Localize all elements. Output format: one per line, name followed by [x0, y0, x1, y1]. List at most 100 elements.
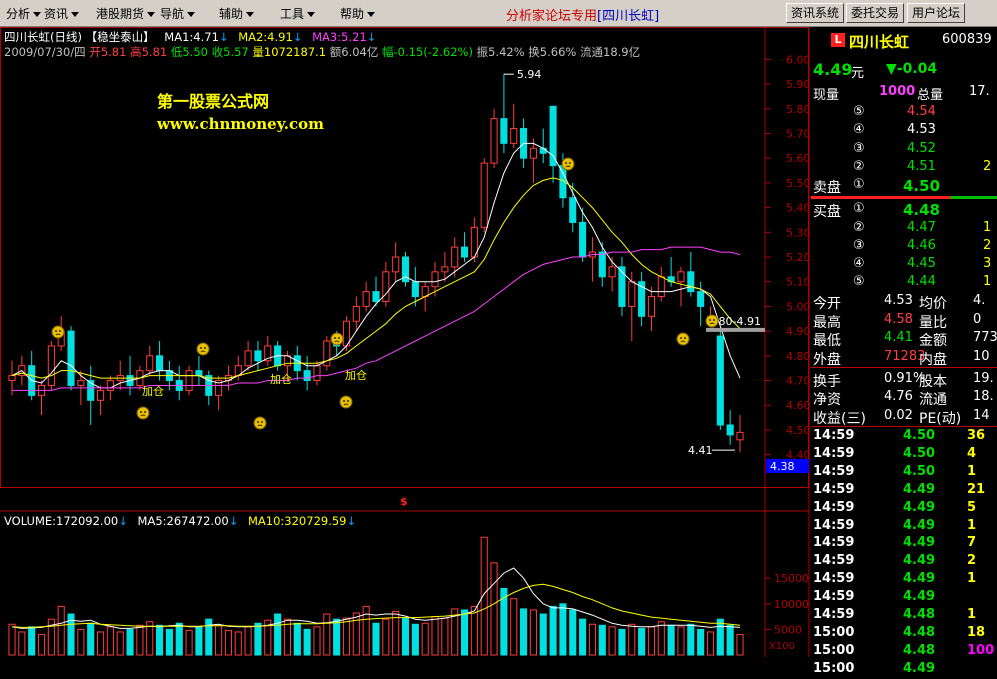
price-axis-label: 4.70 [786, 375, 810, 388]
menu-item-label: 分析 [6, 7, 31, 21]
sell-level-row: 卖盘 ① 4.50 [811, 177, 997, 197]
tick-volume: 1 [967, 607, 977, 622]
price-axis-label: 5.60 [786, 152, 810, 165]
volume-bar [274, 613, 282, 656]
volume-bar [401, 617, 410, 656]
sell-volume: 2 [983, 159, 992, 174]
menu-item[interactable]: 资讯 [44, 5, 80, 22]
menu-item-label: 港股期货 [96, 7, 145, 21]
volume-bar [608, 626, 616, 656]
buy-volume: 3 [983, 256, 992, 271]
candle-body [618, 266, 626, 307]
kline-chart[interactable]: 6.00 5.90 5.80 5.70 5.60 5.50 5.40 5.30 5.20 5.10… [0, 27, 810, 657]
candle-body [598, 251, 606, 278]
volume-bar [687, 623, 695, 656]
face-icon-eye [59, 330, 61, 332]
face-icon-eye [200, 347, 202, 349]
menu-item[interactable]: 帮助 [340, 5, 376, 22]
buy-level-row: 买盘 ① 4.48 [811, 201, 997, 221]
volume-bar [431, 616, 439, 656]
volume-bar [579, 618, 587, 656]
buy-price: 4.46 [907, 238, 936, 253]
face-icon-eye [140, 411, 142, 413]
price-axis-label: 5.50 [786, 177, 810, 190]
menu-item[interactable]: 港股期货 [96, 5, 156, 22]
chevron-down-icon [33, 12, 42, 17]
sell-level: ⑤ [853, 104, 865, 119]
promo-tag[interactable]: [四川长虹] [597, 9, 659, 24]
stat-value: 10 [973, 349, 990, 364]
volume-bar [77, 628, 85, 656]
volume-bar [18, 631, 26, 656]
current-price: 4.49 [813, 60, 853, 79]
total-vol: 17. [969, 84, 990, 99]
stat-row: 收益(三) 0.02 PE(动) 14 [811, 408, 997, 427]
buy-level-row: ⑤ 4.44 1 [811, 274, 997, 292]
tick-row: 14:59 4.49 1 [811, 518, 997, 536]
volume-bar [165, 628, 173, 656]
chart-area[interactable]: 6.00 5.90 5.80 5.70 5.60 5.50 5.40 5.30 5.20 5.10… [0, 27, 810, 657]
volume-bar [726, 624, 734, 656]
candle-body [647, 296, 656, 317]
volume-bar [234, 631, 242, 656]
volume-bar [116, 631, 124, 656]
sell-level: ① [853, 177, 865, 192]
tick-time: 14:59 [813, 499, 855, 515]
volume-bar [352, 612, 360, 656]
tick-row: 14:59 4.50 1 [811, 464, 997, 482]
menu-bar: 分析家论坛专用[四川长虹] 资讯系统 委托交易 用户论坛 分析 资讯 港股期货 导航 辅… [0, 0, 997, 27]
face-icon-eye [709, 319, 711, 321]
tick-price: 4.50 [903, 428, 936, 443]
face-icon [196, 342, 210, 356]
sell-level: ③ [853, 141, 865, 156]
tick-time: 14:59 [813, 517, 855, 533]
candle-body [146, 355, 154, 372]
sell-level-row: ③ 4.52 [811, 141, 997, 159]
down-arrow-icon: ↓ [346, 514, 357, 528]
candle-body [697, 291, 705, 307]
tick-time: 14:59 [813, 445, 855, 461]
volume-bar [539, 613, 547, 656]
volume-bar [657, 621, 665, 656]
candle-body [529, 147, 537, 159]
candle-body [8, 375, 16, 382]
forum-button[interactable]: 用户论坛 [907, 3, 966, 23]
buy-level-row: ② 4.47 1 [811, 220, 997, 238]
volume-bar [480, 536, 488, 656]
news-system-button[interactable]: 资讯系统 [786, 3, 845, 23]
indicator-name[interactable]: 【稳坐泰山】 [86, 30, 155, 44]
volume-bar [205, 618, 213, 656]
tick-volume: 2 [967, 553, 977, 569]
tick-time: 15:00 [813, 624, 855, 640]
candle-body [96, 389, 105, 401]
chevron-down-icon [147, 12, 156, 17]
candle-body [726, 424, 734, 436]
buy-level: ② [853, 220, 865, 235]
tick-volume: 21 [967, 481, 986, 497]
volume-bar [254, 622, 262, 656]
menu-item[interactable]: 辅助 [219, 5, 255, 22]
sell-level-row: ② 4.51 2 [811, 159, 997, 177]
price-axis-label: 4.90 [786, 325, 810, 338]
volume-bar [244, 626, 252, 656]
sell-price: 4.51 [907, 159, 936, 174]
volume-bar [411, 623, 419, 656]
sell-level-row: ⑤ 4.54 [811, 104, 997, 122]
face-icon [136, 406, 150, 420]
candle-body [382, 271, 390, 302]
menu-item[interactable]: 工具 [280, 5, 316, 22]
menu-item[interactable]: 导航 [160, 5, 196, 22]
trade-button[interactable]: 委托交易 [846, 3, 905, 23]
menu-item[interactable]: 分析 [6, 5, 42, 22]
tick-time: 14:59 [813, 607, 855, 622]
tick-volume: 36 [967, 428, 986, 443]
buy-volume: 1 [983, 220, 992, 235]
menu-item-label: 辅助 [219, 7, 244, 21]
volume-bar [185, 629, 193, 656]
volume-bar [323, 613, 331, 656]
face-icon [705, 314, 719, 328]
dollar-mark: $ [400, 495, 408, 508]
candle-body [539, 147, 547, 154]
candle-body [657, 276, 665, 298]
chart-title: 四川长虹(日线) [4, 30, 82, 44]
